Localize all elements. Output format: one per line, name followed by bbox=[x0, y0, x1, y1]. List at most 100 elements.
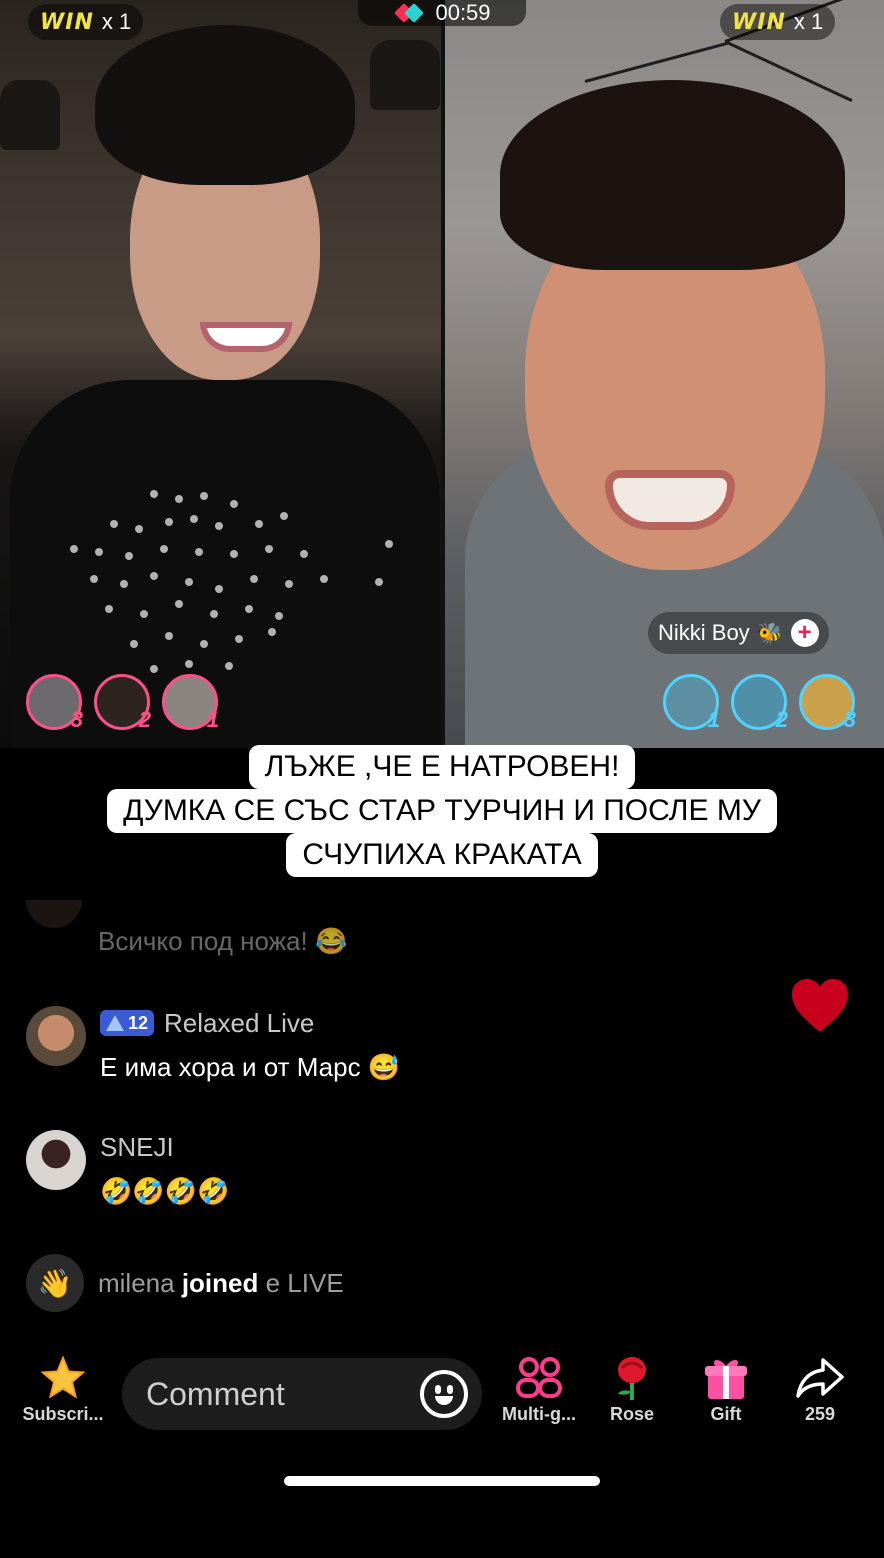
gifter-rank: 1 bbox=[707, 707, 720, 732]
multi-guest-button[interactable]: Multi-g... bbox=[494, 1352, 584, 1425]
left-stream-panel[interactable]: 3 2 1 bbox=[0, 0, 441, 748]
sequin bbox=[320, 575, 328, 583]
gifter-rank: 2 bbox=[775, 707, 788, 732]
sequin bbox=[150, 572, 158, 580]
gift-button[interactable]: Gift bbox=[681, 1352, 771, 1425]
sequin bbox=[215, 585, 223, 593]
top-gifter-avatar[interactable]: 1 bbox=[663, 674, 720, 732]
sequin bbox=[255, 520, 263, 528]
gift-label: Gift bbox=[710, 1404, 742, 1424]
sequin bbox=[110, 520, 118, 528]
gifter-rank: 3 bbox=[843, 707, 856, 732]
caption-line: СЧУПИХА КРАКАТА bbox=[286, 833, 598, 877]
join-notification: 👋 milena joined e LIVE bbox=[26, 1254, 344, 1312]
sequin bbox=[150, 665, 158, 673]
win-badge-left: WIN x 1 bbox=[28, 4, 144, 40]
rose-icon bbox=[610, 1352, 654, 1404]
chat-username[interactable]: SNEJI bbox=[100, 1132, 174, 1163]
sequin bbox=[265, 545, 273, 553]
top-gifter-avatar[interactable]: 2 bbox=[94, 674, 151, 732]
chat-message[interactable]: 12 Relaxed Live Е има хора и от Марс 😅 bbox=[26, 1006, 400, 1083]
top-gifter-avatar[interactable]: 3 bbox=[26, 674, 83, 732]
subscribe-button[interactable]: Subscri... bbox=[18, 1352, 108, 1425]
sequin bbox=[90, 575, 98, 583]
sequin bbox=[165, 518, 173, 526]
timer-text: 00:59 bbox=[435, 0, 491, 25]
sequin bbox=[150, 490, 158, 498]
chat-message-text: Е има хора и от Марс 😅 bbox=[100, 1052, 401, 1082]
top-gifter-avatar[interactable]: 2 bbox=[731, 674, 788, 732]
person-hair bbox=[95, 25, 355, 185]
sequin bbox=[160, 545, 168, 553]
sequin bbox=[130, 640, 138, 648]
sequin bbox=[250, 575, 258, 583]
comment-input[interactable]: Comment bbox=[122, 1358, 482, 1430]
join-username: milena bbox=[98, 1267, 175, 1298]
sequin bbox=[120, 580, 128, 588]
follow-button[interactable]: + bbox=[790, 619, 819, 647]
chat-username[interactable]: Relaxed Live bbox=[164, 1008, 314, 1039]
host-name: Nikki Boy bbox=[658, 620, 750, 645]
win-label: WIN bbox=[40, 9, 94, 35]
heart-icon bbox=[792, 979, 848, 1032]
sequin bbox=[165, 632, 173, 640]
battle-icon bbox=[393, 3, 425, 23]
avatar[interactable] bbox=[26, 1006, 86, 1066]
gifter-rank: 2 bbox=[138, 707, 151, 732]
bee-icon: 🐝 bbox=[757, 622, 783, 645]
wall-lamp bbox=[370, 40, 440, 110]
rose-gift-button[interactable]: Rose bbox=[587, 1352, 677, 1425]
chat-message-text: 🤣🤣🤣🤣 bbox=[100, 1176, 230, 1206]
people-icon bbox=[514, 1352, 564, 1404]
gift-icon bbox=[703, 1352, 749, 1404]
person-smile bbox=[605, 470, 735, 530]
sequin bbox=[215, 522, 223, 530]
comment-placeholder: Comment bbox=[146, 1375, 285, 1412]
sequin bbox=[280, 512, 288, 520]
level-number: 12 bbox=[128, 1012, 149, 1033]
win-badge-right: WIN x 1 bbox=[720, 4, 836, 40]
person-hair bbox=[500, 80, 845, 270]
sequin bbox=[200, 640, 208, 648]
sequin bbox=[185, 578, 193, 586]
sequin bbox=[190, 515, 198, 523]
share-arrow-icon bbox=[795, 1352, 845, 1404]
top-gifter-avatar[interactable]: 1 bbox=[162, 674, 219, 732]
sequin bbox=[300, 550, 308, 558]
join-text: milena joined e LIVE bbox=[98, 1268, 344, 1299]
wave-hand-icon: 👋 bbox=[26, 1254, 84, 1312]
smiley-icon[interactable] bbox=[420, 1370, 468, 1418]
sequin bbox=[200, 492, 208, 500]
share-button[interactable]: 259 bbox=[775, 1352, 865, 1425]
level-badge: 12 bbox=[100, 1010, 155, 1036]
sequin bbox=[210, 610, 218, 618]
avatar bbox=[26, 900, 82, 928]
chat-message-text: Всичко под ножа! 😂 bbox=[98, 926, 348, 956]
star-icon bbox=[41, 1352, 85, 1404]
subscribe-label: Subscri... bbox=[22, 1404, 104, 1424]
home-indicator[interactable] bbox=[284, 1476, 600, 1486]
stream-divider bbox=[441, 0, 445, 748]
chat-message[interactable]: SNEJI 🤣🤣🤣🤣 bbox=[26, 1130, 230, 1207]
sequin bbox=[245, 605, 253, 613]
sequin bbox=[185, 660, 193, 668]
sequin bbox=[385, 540, 393, 548]
sequin bbox=[95, 548, 103, 556]
multi-guest-label: Multi-g... bbox=[502, 1404, 576, 1424]
win-label: WIN bbox=[732, 9, 786, 35]
level-icon bbox=[106, 1015, 124, 1031]
sequin bbox=[135, 525, 143, 533]
top-gifter-avatar[interactable]: 3 bbox=[799, 674, 856, 732]
host-tag[interactable]: Nikki Boy 🐝 + bbox=[648, 612, 829, 654]
battle-timer: 00:59 bbox=[358, 0, 526, 26]
ceiling-light bbox=[584, 41, 731, 83]
sequin bbox=[285, 580, 293, 588]
win-count: x 1 bbox=[793, 9, 824, 34]
sequin bbox=[195, 548, 203, 556]
gifter-rank: 3 bbox=[70, 707, 83, 732]
avatar[interactable] bbox=[26, 1130, 86, 1190]
sequin bbox=[235, 635, 243, 643]
battle-video-area: 3 2 1 1 2 3 WIN x 1 WIN x 1 00:59 Nikki … bbox=[0, 0, 884, 748]
sequin bbox=[175, 600, 183, 608]
share-count: 259 bbox=[804, 1404, 836, 1424]
